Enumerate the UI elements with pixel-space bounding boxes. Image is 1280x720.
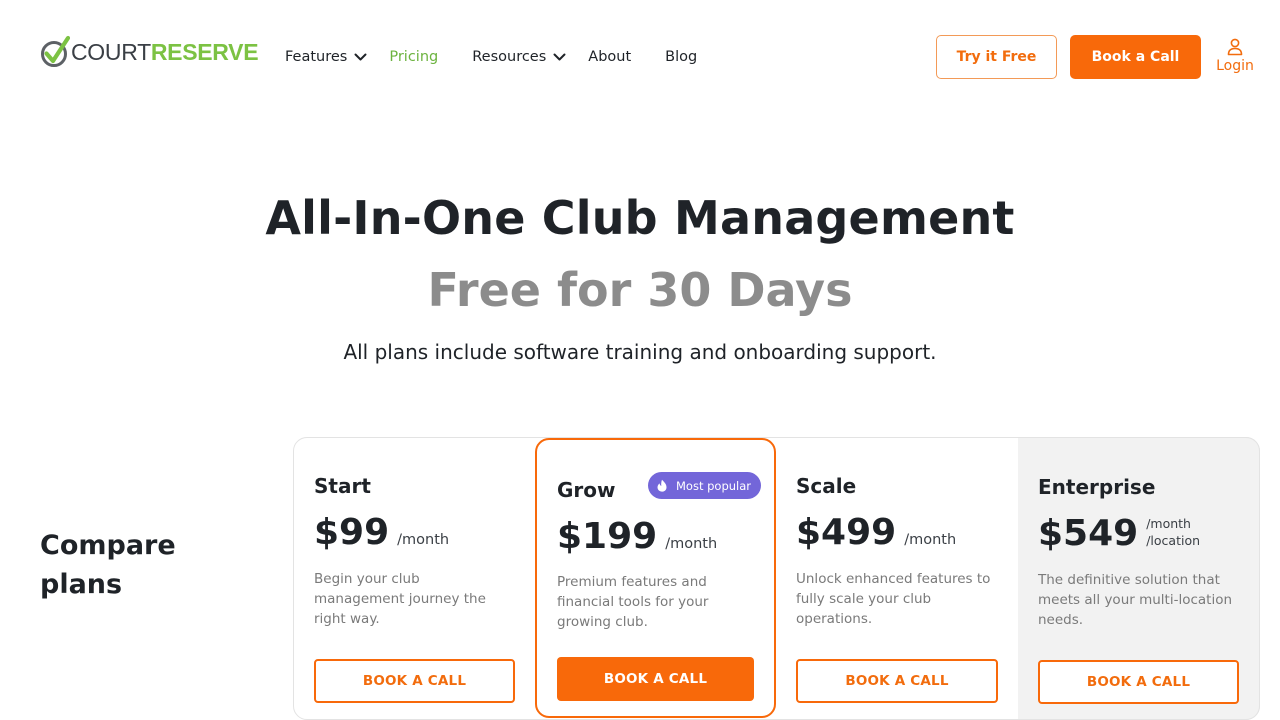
price-row: $549 /month /location <box>1038 514 1200 554</box>
plan-name: Grow <box>557 478 616 502</box>
pricing-table: Start $99 /month Begin your club managem… <box>293 437 1260 720</box>
nav-resources[interactable]: Resources <box>472 49 566 65</box>
book-a-call-button[interactable]: Book a Call <box>1070 35 1201 79</box>
plan-period: /month <box>665 536 718 552</box>
chevron-down-icon <box>354 53 367 61</box>
hero-note: All plans include software training and … <box>343 340 937 364</box>
compare-line2: plans <box>40 569 123 600</box>
logo-reserve: RESERVE <box>150 38 259 65</box>
plan-period: /month <box>904 532 957 548</box>
nav-blog[interactable]: Blog <box>665 49 697 65</box>
plan-period-stack: /month /location <box>1146 515 1200 549</box>
check-icon <box>41 35 70 67</box>
hero-subtitle: Free for 30 Days <box>427 263 853 317</box>
courtreserve-logo[interactable]: COURTRESERVE <box>40 35 259 69</box>
plan-book-a-call-button[interactable]: BOOK A CALL <box>796 659 998 703</box>
plan-price: $499 <box>796 512 897 553</box>
plan-period-location: /location <box>1146 533 1201 548</box>
plan-description: Premium features and financial tools for… <box>557 574 709 630</box>
price-row: $499 /month <box>796 513 956 553</box>
site-header: COURTRESERVE Features Pricing Resources … <box>0 0 1280 112</box>
nav-features[interactable]: Features <box>285 49 367 65</box>
flame-icon <box>657 479 667 492</box>
plan-name: Scale <box>796 474 857 498</box>
plan-name: Start <box>314 474 371 498</box>
plan-price: $199 <box>557 516 658 557</box>
nav-features-label: Features <box>285 49 348 65</box>
plan-description: Begin your club management journey the r… <box>314 571 486 627</box>
logo-court: COURT <box>71 38 151 65</box>
try-it-free-button[interactable]: Try it Free <box>936 35 1057 79</box>
hero-title: All-In-One Club Management <box>265 191 1015 245</box>
nav-resources-label: Resources <box>472 49 547 65</box>
plan-book-a-call-button[interactable]: BOOK A CALL <box>314 659 515 703</box>
nav-about[interactable]: About <box>588 49 631 65</box>
plan-price: $549 <box>1038 513 1139 554</box>
nav-about-label: About <box>588 49 632 65</box>
chevron-down-icon <box>553 53 566 61</box>
plan-grow: Grow Most popular $199 /month Premium fe… <box>535 438 776 718</box>
compare-plans-heading: Compare plans <box>40 526 240 604</box>
plan-enterprise: Enterprise $549 /month /location The def… <box>1018 437 1260 720</box>
price-row: $99 /month <box>314 513 449 553</box>
plan-description: The definitive solution that meets all y… <box>1038 572 1233 628</box>
plan-period: /month <box>1146 516 1191 531</box>
logo-wordmark: COURTRESERVE <box>71 38 259 65</box>
nav-blog-label: Blog <box>665 49 698 65</box>
nav-pricing[interactable]: Pricing <box>389 49 438 65</box>
plan-start: Start $99 /month Begin your club managem… <box>293 437 535 720</box>
price-row: $199 /month <box>557 517 717 557</box>
plan-period: /month <box>397 532 450 548</box>
plan-price: $99 <box>314 512 390 553</box>
compare-line1: Compare <box>40 530 176 561</box>
most-popular-badge: Most popular <box>648 472 762 499</box>
user-icon <box>1227 38 1243 56</box>
login-link[interactable]: Login <box>1212 38 1258 76</box>
main-nav: Features Pricing Resources About Blog <box>285 45 697 69</box>
plan-book-a-call-button[interactable]: BOOK A CALL <box>557 657 754 701</box>
login-label: Login <box>1216 58 1254 74</box>
badge-label: Most popular <box>676 478 752 493</box>
plan-description: Unlock enhanced features to fully scale … <box>796 571 991 627</box>
plan-name: Enterprise <box>1038 475 1156 499</box>
plan-scale: Scale $499 /month Unlock enhanced featur… <box>776 437 1018 720</box>
plan-book-a-call-button[interactable]: BOOK A CALL <box>1038 660 1239 704</box>
nav-pricing-label: Pricing <box>389 49 439 65</box>
